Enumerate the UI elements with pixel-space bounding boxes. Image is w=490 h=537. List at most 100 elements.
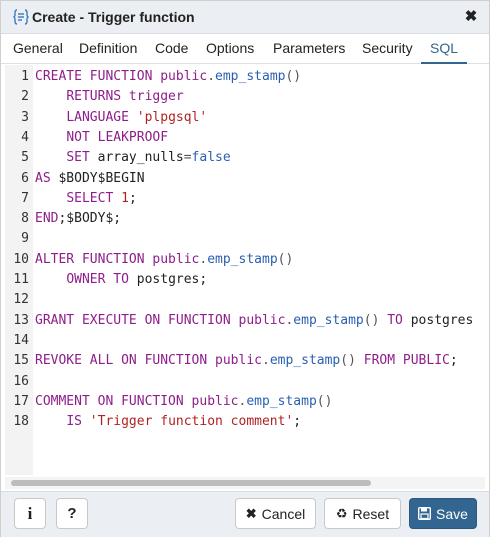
code-line[interactable]: 18 IS 'Trigger function comment'; — [5, 412, 485, 432]
tab-sql[interactable]: SQL — [421, 34, 468, 64]
line-number: 10 — [13, 251, 29, 267]
code-text: CREATE FUNCTION public.emp_stamp() — [35, 67, 301, 87]
line-number: 2 — [21, 89, 29, 105]
dialog-title: Create - Trigger function — [32, 9, 195, 25]
scrollbar-thumb[interactable] — [11, 480, 371, 486]
code-token: GRANT EXECUTE ON FUNCTION — [35, 312, 239, 328]
reset-button[interactable]: ♻ Reset — [324, 498, 401, 529]
help-button[interactable]: ? — [56, 498, 88, 529]
code-line[interactable]: 11 OWNER TO postgres; — [5, 270, 485, 290]
tab-options[interactable]: Options — [206, 34, 254, 64]
code-token: 1 — [121, 190, 129, 206]
code-line[interactable]: 6 AS $BODY$BEGIN — [5, 169, 485, 189]
code-line[interactable]: 13 GRANT EXECUTE ON FUNCTION public.emp_s… — [5, 311, 485, 331]
recycle-icon: ♻ — [335, 505, 348, 521]
code-token: emp_stamp — [215, 69, 286, 84]
close-icon[interactable]: ✖ — [463, 8, 479, 26]
line-number: 4 — [21, 129, 29, 145]
code-token: COMMENT ON FUNCTION — [35, 393, 192, 409]
code-line[interactable]: 14 — [5, 331, 485, 351]
code-text: SELECT 1; — [35, 189, 137, 209]
code-token: . — [261, 353, 270, 369]
code-token: emp_stamp — [207, 251, 278, 267]
code-token: LANGUAGE — [66, 109, 137, 125]
code-token: REVOKE ALL ON FUNCTION — [35, 353, 216, 369]
tab-general[interactable]: General — [13, 34, 63, 64]
code-text: SET array_nulls=false — [35, 148, 231, 168]
code-text: LANGUAGE 'plpgsql' — [35, 108, 207, 128]
code-token: OWNER TO — [66, 272, 137, 287]
line-number: 6 — [21, 170, 29, 186]
trigger-function-icon — [13, 9, 29, 25]
line-number: 11 — [13, 272, 29, 287]
code-text: COMMENT ON FUNCTION public.emp_stamp() — [35, 392, 332, 412]
code-line[interactable]: 15 REVOKE ALL ON FUNCTION public.emp_stam… — [5, 351, 485, 371]
code-text: ALTER FUNCTION public.emp_stamp() — [35, 250, 293, 270]
code-line[interactable]: 4 NOT LEAKPROOF — [5, 128, 485, 148]
code-token: ;$BODY$; — [58, 211, 122, 227]
line-number: 15 — [13, 353, 29, 369]
line-number: 5 — [21, 150, 29, 166]
line-number: 1 — [21, 69, 29, 84]
code-token: ; — [449, 353, 458, 369]
tab-definition[interactable]: Definition — [79, 34, 137, 64]
code-token: AS — [35, 170, 59, 186]
code-text: REVOKE ALL ON FUNCTION public.emp_stamp(… — [35, 351, 458, 371]
tab-parameters[interactable]: Parameters — [273, 34, 345, 64]
code-text: END;$BODY$; — [35, 209, 121, 229]
code-token: TO — [387, 312, 411, 328]
sql-editor[interactable]: 1 CREATE FUNCTION public.emp_stamp() 2 RET… — [5, 65, 485, 489]
code-text: NOT LEAKPROOF — [35, 128, 168, 148]
code-token: ; — [128, 190, 137, 206]
code-line[interactable]: 9 — [5, 229, 485, 249]
code-line[interactable]: 2 RETURNS trigger — [5, 87, 485, 107]
tab-code[interactable]: Code — [155, 34, 188, 64]
code-line[interactable]: 1 CREATE FUNCTION public.emp_stamp() — [5, 67, 485, 87]
code-line[interactable]: 16 — [5, 372, 485, 392]
code-line[interactable]: 17 COMMENT ON FUNCTION public.emp_stamp() — [5, 392, 485, 412]
line-number: 3 — [21, 109, 29, 125]
code-token: CREATE FUNCTION — [35, 69, 161, 84]
code-token: public — [238, 312, 286, 328]
code-line[interactable]: 3 LANGUAGE 'plpgsql' — [5, 108, 485, 128]
code-token: public — [191, 393, 239, 409]
code-token: IS — [66, 414, 90, 430]
info-icon: i — [27, 503, 33, 523]
line-number: 8 — [21, 211, 29, 227]
code-token: () — [340, 353, 364, 369]
code-token: postgres — [410, 312, 474, 328]
code-token: 'Trigger function comment' — [89, 414, 294, 430]
horizontal-scrollbar[interactable] — [5, 477, 485, 489]
tab-security[interactable]: Security — [362, 34, 413, 64]
code-token: () — [285, 69, 302, 84]
code-token: ALTER FUNCTION — [35, 251, 153, 267]
code-token: SELECT — [66, 190, 122, 206]
tab-bar: General Definition Code Options Paramete… — [1, 34, 489, 64]
code-token: = — [183, 150, 192, 166]
code-token: false — [191, 150, 231, 166]
close-icon: ✖ — [245, 505, 257, 521]
trigger-function-dialog: Create - Trigger function ✖ General Defi… — [0, 0, 490, 537]
dialog-titlebar: Create - Trigger function ✖ — [1, 1, 489, 34]
dialog-footer: i ? ✖ Cancel ♻ Reset Save — [1, 491, 489, 537]
code-token: FROM PUBLIC — [363, 353, 450, 369]
code-line[interactable]: 8 END;$BODY$; — [5, 209, 485, 229]
code-line[interactable]: 7 SELECT 1; — [5, 189, 485, 209]
line-number: 16 — [13, 373, 29, 389]
code-token: RETURNS trigger — [66, 89, 184, 105]
code-line[interactable]: 5 SET array_nulls=false — [5, 148, 485, 168]
code-line[interactable]: 12 — [5, 290, 485, 310]
code-token: emp_stamp — [293, 312, 364, 328]
code-line[interactable]: 10 ALTER FUNCTION public.emp_stamp() — [5, 250, 485, 270]
code-text: OWNER TO postgres; — [35, 270, 207, 290]
save-button[interactable]: Save — [409, 498, 477, 529]
code-token: array_nulls — [97, 150, 184, 166]
info-button[interactable]: i — [14, 498, 46, 529]
cancel-button[interactable]: ✖ Cancel — [235, 498, 316, 529]
reset-label: Reset — [352, 505, 390, 522]
code-token: . — [207, 69, 216, 84]
